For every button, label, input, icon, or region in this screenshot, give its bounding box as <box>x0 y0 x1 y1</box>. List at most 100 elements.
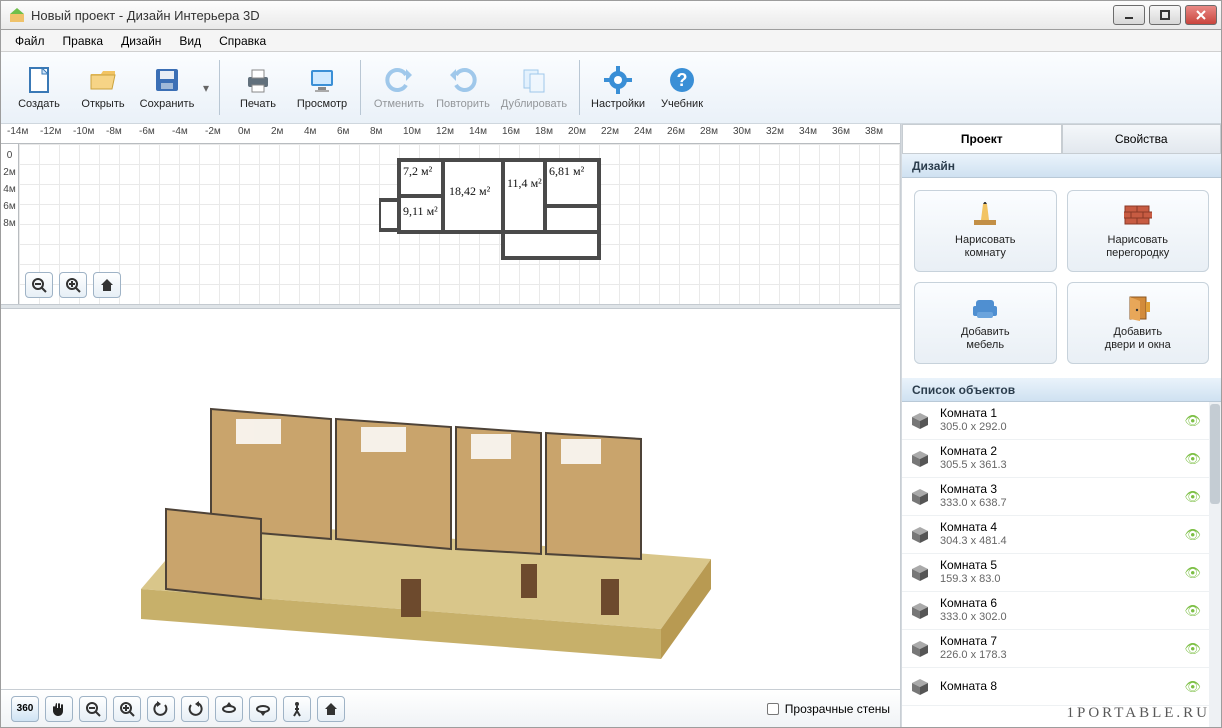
object-row[interactable]: Комната 8 👁 <box>902 668 1209 706</box>
ruler-tick: 4м <box>304 126 316 137</box>
object-dim: 159.3 x 83.0 <box>940 573 1174 586</box>
zoom-in-3d-button[interactable] <box>113 696 141 722</box>
ruler-tick: 30м <box>733 126 751 137</box>
plan-tools <box>25 272 121 298</box>
rotate-left-button[interactable] <box>147 696 175 722</box>
object-row[interactable]: Комната 5159.3 x 83.0👁 <box>902 554 1209 592</box>
duplicate-button[interactable]: Дублировать <box>495 54 573 121</box>
visibility-toggle[interactable]: 👁 <box>1184 527 1201 543</box>
toolbar: Создать Открыть Сохранить ▾ Печать Просм… <box>1 52 1221 124</box>
menu-view[interactable]: Вид <box>171 32 209 50</box>
menubar: Файл Правка Дизайн Вид Справка <box>1 30 1221 52</box>
tilt-down-button[interactable] <box>249 696 277 722</box>
object-name: Комната 7 <box>940 635 1174 649</box>
visibility-toggle[interactable]: 👁 <box>1184 679 1201 695</box>
ruler-tick: 18м <box>535 126 553 137</box>
ruler-tick: 20м <box>568 126 586 137</box>
floorplan: 7,2 м² 18,42 м² 11,4 м² 6,81 м² 9,11 м² <box>379 154 619 264</box>
minimize-button[interactable] <box>1113 5 1145 25</box>
room-area-label: 18,42 м² <box>449 184 490 199</box>
object-dim: 305.5 x 361.3 <box>940 459 1174 472</box>
close-button[interactable] <box>1185 5 1217 25</box>
monitor-icon <box>306 64 338 96</box>
ruler-tick: -12м <box>40 126 61 137</box>
ruler-tick: 0 <box>7 150 13 161</box>
tab-properties[interactable]: Свойства <box>1062 124 1222 153</box>
object-list-scrollbar[interactable] <box>1209 402 1221 727</box>
redo-icon <box>447 64 479 96</box>
visibility-toggle[interactable]: 👁 <box>1184 565 1201 581</box>
model-3d <box>101 349 741 659</box>
bottombar: 360 Прозрачные стены <box>1 689 900 727</box>
pan-button[interactable] <box>45 696 73 722</box>
object-row[interactable]: Комната 7226.0 x 178.3👁 <box>902 630 1209 668</box>
menu-design[interactable]: Дизайн <box>113 32 169 50</box>
visibility-toggle[interactable]: 👁 <box>1184 489 1201 505</box>
print-button[interactable]: Печать <box>226 54 290 121</box>
tab-project[interactable]: Проект <box>902 124 1062 153</box>
object-name: Комната 4 <box>940 521 1174 535</box>
visibility-toggle[interactable]: 👁 <box>1184 451 1201 467</box>
object-row[interactable]: Комната 1305.0 x 292.0👁 <box>902 402 1209 440</box>
view-360-button[interactable]: 360 <box>11 696 39 722</box>
save-dropdown[interactable]: ▾ <box>199 54 213 121</box>
zoom-in-button[interactable] <box>59 272 87 298</box>
rotate-right-button[interactable] <box>181 696 209 722</box>
plan-canvas[interactable]: 7,2 м² 18,42 м² 11,4 м² 6,81 м² 9,11 м² <box>19 144 900 304</box>
cube-icon <box>910 677 930 697</box>
menu-file[interactable]: Файл <box>7 32 53 50</box>
object-row[interactable]: Комната 6333.0 x 302.0👁 <box>902 592 1209 630</box>
add-furniture-button[interactable]: Добавить мебель <box>914 282 1057 364</box>
object-row[interactable]: Комната 2305.5 x 361.3👁 <box>902 440 1209 478</box>
ruler-tick: -4м <box>172 126 188 137</box>
design-header: Дизайн <box>902 154 1221 178</box>
cube-icon <box>910 487 930 507</box>
preview-button[interactable]: Просмотр <box>290 54 354 121</box>
add-doors-button[interactable]: Добавить двери и окна <box>1067 282 1210 364</box>
ruler-tick: 26м <box>667 126 685 137</box>
gear-icon <box>602 64 634 96</box>
object-name: Комната 8 <box>940 680 1174 694</box>
ruler-tick: -10м <box>73 126 94 137</box>
save-button[interactable]: Сохранить <box>135 54 199 121</box>
room-area-label: 7,2 м² <box>403 164 432 179</box>
object-row[interactable]: Комната 4304.3 x 481.4👁 <box>902 516 1209 554</box>
draw-wall-button[interactable]: Нарисовать перегородку <box>1067 190 1210 272</box>
pencil-icon <box>970 202 1000 230</box>
transparent-walls-label: Прозрачные стены <box>785 702 890 716</box>
visibility-toggle[interactable]: 👁 <box>1184 603 1201 619</box>
ruler-tick: 6м <box>3 201 15 212</box>
undo-icon <box>383 64 415 96</box>
home-view-button[interactable] <box>93 272 121 298</box>
walk-button[interactable] <box>283 696 311 722</box>
draw-room-button[interactable]: Нарисовать комнату <box>914 190 1057 272</box>
menu-help[interactable]: Справка <box>211 32 274 50</box>
create-button[interactable]: Создать <box>7 54 71 121</box>
printer-icon <box>242 64 274 96</box>
view-3d[interactable] <box>1 309 900 689</box>
settings-button[interactable]: Настройки <box>586 54 650 121</box>
ruler-tick: 8м <box>370 126 382 137</box>
object-row[interactable]: Комната 3333.0 x 638.7👁 <box>902 478 1209 516</box>
object-dim: 305.0 x 292.0 <box>940 421 1174 434</box>
ruler-horizontal: -14м-12м-10м-8м-6м-4м-2м0м2м4м6м8м10м12м… <box>1 124 900 144</box>
object-name: Комната 6 <box>940 597 1174 611</box>
visibility-toggle[interactable]: 👁 <box>1184 413 1201 429</box>
new-file-icon <box>23 64 55 96</box>
ruler-tick: 12м <box>436 126 454 137</box>
menu-edit[interactable]: Правка <box>55 32 112 50</box>
tutorial-button[interactable]: ? Учебник <box>650 54 714 121</box>
undo-button[interactable]: Отменить <box>367 54 431 121</box>
redo-button[interactable]: Повторить <box>431 54 495 121</box>
transparent-walls-checkbox[interactable] <box>767 703 779 715</box>
ruler-tick: 2м <box>3 167 15 178</box>
tilt-up-button[interactable] <box>215 696 243 722</box>
ruler-tick: 4м <box>3 184 15 195</box>
visibility-toggle[interactable]: 👁 <box>1184 641 1201 657</box>
zoom-out-3d-button[interactable] <box>79 696 107 722</box>
open-button[interactable]: Открыть <box>71 54 135 121</box>
home-3d-button[interactable] <box>317 696 345 722</box>
zoom-out-button[interactable] <box>25 272 53 298</box>
ruler-tick: 36м <box>832 126 850 137</box>
maximize-button[interactable] <box>1149 5 1181 25</box>
